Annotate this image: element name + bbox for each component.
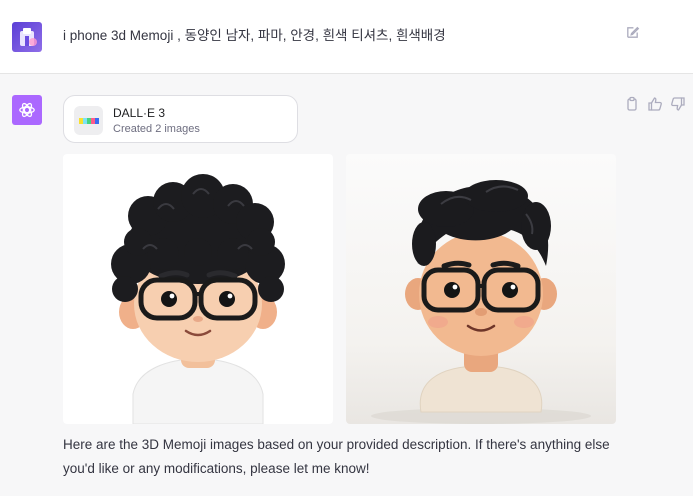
thumbs-down-icon[interactable] <box>670 96 686 112</box>
user-avatar-icon <box>12 22 42 52</box>
copy-icon[interactable] <box>624 96 640 112</box>
user-message-row: i phone 3d Memoji , 동양인 남자, 파마, 안경, 흰색 티… <box>0 0 693 74</box>
pencil-edit-icon[interactable] <box>625 25 640 40</box>
assistant-message-row: DALL·E 3 Created 2 images Here are the 3… <box>0 74 693 496</box>
message-actions <box>624 96 686 112</box>
dalle-tool-card[interactable]: DALL·E 3 Created 2 images <box>63 95 298 143</box>
thumbs-up-icon[interactable] <box>647 96 663 112</box>
openai-logo-icon <box>12 95 42 125</box>
generated-image-2[interactable] <box>346 154 616 424</box>
assistant-reply-text: Here are the 3D Memoji images based on y… <box>63 437 610 476</box>
user-message-text: i phone 3d Memoji , 동양인 남자, 파마, 안경, 흰색 티… <box>63 28 446 43</box>
dalle-palette-icon <box>74 106 103 135</box>
generated-image-1[interactable] <box>63 154 333 424</box>
dalle-tool-status: Created 2 images <box>113 123 200 135</box>
dalle-tool-name: DALL·E 3 <box>113 106 166 120</box>
